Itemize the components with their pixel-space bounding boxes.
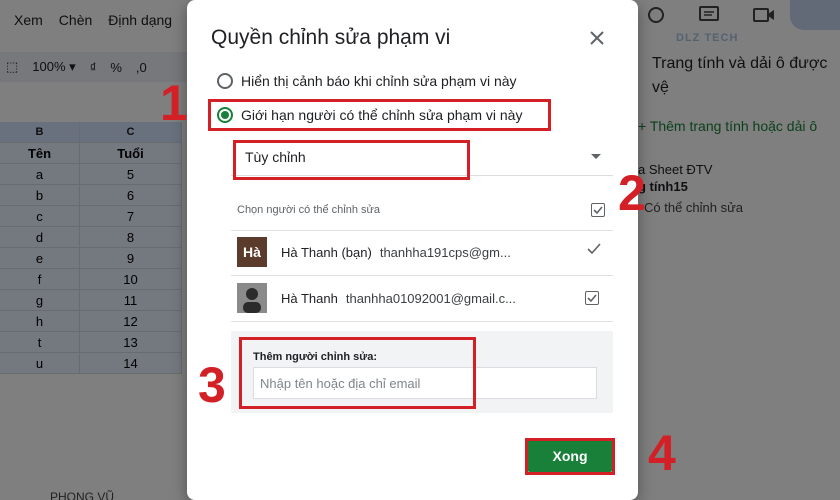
owner-check-icon [587,243,601,258]
option-show-warning[interactable]: Hiển thị cảnh báo khi chỉnh sửa phạm vi … [217,73,517,89]
dialog-title: Quyền chỉnh sửa phạm vi [211,26,451,49]
close-icon [590,31,604,45]
annotation-box-select [233,140,470,180]
avatar [237,283,267,313]
divider [231,230,613,231]
editor-checkbox[interactable] [585,291,599,305]
divider [231,321,613,322]
user-email: thanhha191cps@gm... [379,244,511,260]
check-icon [593,206,603,215]
annotation-box-done [525,438,615,475]
annotation-step-3: 3 [198,357,226,413]
editors-label: Chọn người có thể chỉnh sửa [237,204,381,216]
annotation-step-2: 2 [618,165,646,221]
annotation-box-restrict [208,99,551,131]
chevron-down-icon [591,154,601,159]
close-button[interactable] [585,26,609,50]
avatar: Hà [237,237,267,267]
check-icon [587,294,597,303]
range-editing-permissions-dialog: Quyền chỉnh sửa phạm vi Hiển thị cảnh bá… [187,0,638,500]
user-email: thanhha01092001@gmail.c... [345,290,516,306]
user-name: Hà Thanh (bạn) [281,244,372,260]
annotation-step-4: 4 [648,425,676,481]
annotation-step-1: 1 [160,75,188,131]
annotation-box-add-editor [239,337,476,409]
editor-row: Hà Thanh thanhha01092001@gmail.c... [237,283,607,313]
editor-row: Hà Hà Thanh (bạn) thanhha191cps@gm... [237,237,607,267]
radio-warning[interactable] [217,73,233,89]
option-warning-label: Hiển thị cảnh báo khi chỉnh sửa phạm vi … [241,73,517,89]
select-all-checkbox[interactable] [591,203,605,217]
divider [231,275,613,276]
user-name: Hà Thanh [281,290,338,306]
